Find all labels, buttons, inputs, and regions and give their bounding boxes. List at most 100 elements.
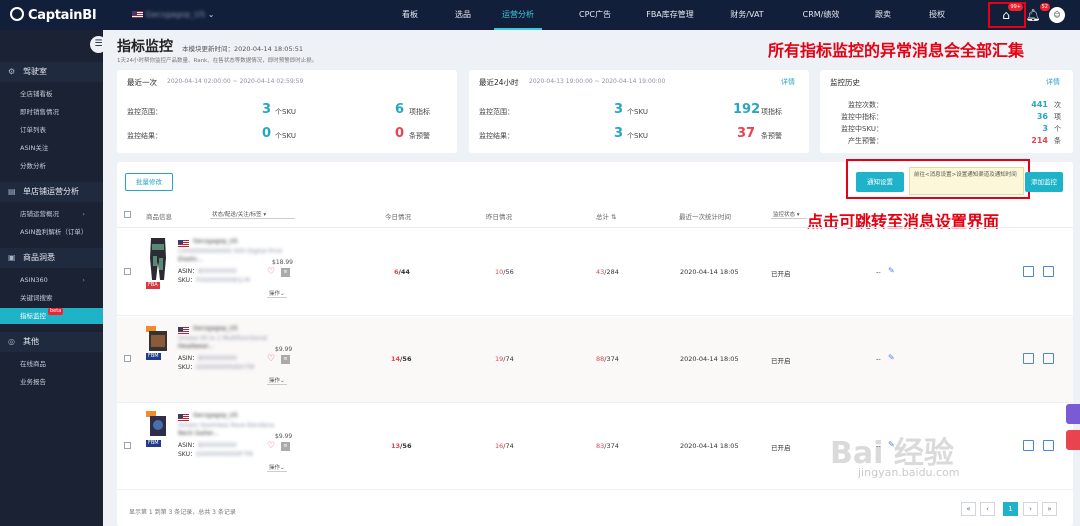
sidebar-item-online-products[interactable]: 在线商品 [0,356,103,372]
other-icon: ◎ [8,337,15,346]
sidebar-group-label: 驾驶室 [23,67,47,76]
support-widget-icon[interactable] [1066,404,1080,424]
bell-count-badge: 52 [1039,3,1050,11]
sidebar-group-cockpit[interactable]: ⚙ 驾驶室 [0,62,103,82]
heart-icon[interactable]: ♡ [267,354,275,364]
nav-crm[interactable]: CRM/绩效 [796,0,846,30]
sku-value: G0000000000P-TM [195,451,253,458]
sidebar-item-realtime-sales[interactable]: 即时销售情况 [0,104,103,120]
sku-label: SKU： [178,364,196,371]
add-monitor-button[interactable]: 添加监控 [1025,172,1063,192]
product-title[interactable]: Unisex 00 in 1 Multifunctional [178,335,267,342]
top-navigation-bar: CaptainBI Gecsgagop_US ⌄ 看板 选品 运营分析 CPC广… [0,0,1080,30]
product-thumbnail[interactable] [147,236,169,282]
result-sku-value: 0 [262,126,272,141]
store-selector[interactable]: Gecsgagop_US ⌄ [132,10,214,19]
operations-label: 操作 [269,291,281,297]
sidebar-item-store-overview[interactable]: 店铺运营概况 › [0,206,103,222]
sidebar-item-all-store-board[interactable]: 全店铺看板 [0,86,103,102]
row-checkbox[interactable] [124,442,131,449]
yesterday-total: /74 [503,442,514,450]
first-page-button[interactable]: « [961,502,976,516]
sidebar-item-asin-follow[interactable]: ASIN关注 [0,140,103,156]
nav-operations-analysis[interactable]: 运营分析 [494,0,542,30]
nav-authorization[interactable]: 授权 [920,0,954,30]
nav-dashboard[interactable]: 看板 [392,0,428,30]
asin-value[interactable]: B000000000 [198,442,236,449]
status-filter-label: 状态/配送/关注/标签 [212,212,262,218]
product-price: $9.99 [275,346,293,353]
monitor-alert-icon[interactable]: ⌂ 99+ [997,3,1023,24]
row-checkbox[interactable] [124,355,131,362]
heart-icon[interactable]: ♡ [267,441,275,451]
select-all-checkbox[interactable] [124,211,131,218]
nav-finance-vat[interactable]: 财务/VAT [722,0,772,30]
note-icon[interactable]: ≡ [281,268,290,277]
header-total[interactable]: 总计 ⇅ [596,211,617,221]
product-title[interactable]: Unisex Seamless Rave Bandana [178,422,274,429]
sidebar-item-score-analysis[interactable]: 分数分析 [0,158,103,174]
history-value: 36 [1036,112,1048,121]
yesterday-value: 19/74 [495,355,514,363]
sidebar-item-asin-profit[interactable]: ASIN盈利解析（订单） [0,224,103,240]
edit-remark-icon[interactable]: ✎ [888,353,895,362]
detail-view-icon[interactable] [1023,440,1034,451]
sidebar-collapse-icon[interactable]: ☰ [90,36,107,53]
sidebar-item-asin360[interactable]: ASIN360 › [0,272,103,288]
detail-view-icon[interactable] [1023,353,1034,364]
last-page-button[interactable]: » [1042,502,1057,516]
note-icon[interactable]: ≡ [281,355,290,364]
next-page-button[interactable]: › [1023,502,1038,516]
annotation-top: 所有指标监控的异常消息会全部汇集 [768,41,1025,60]
result-alert-unit: 条预警 [409,132,430,140]
bell-icon[interactable]: 🔔︎ 52 [1024,3,1050,24]
sidebar-group-store-analysis[interactable]: ▤ 单店铺运营分析 [0,182,103,202]
product-thumbnail[interactable] [145,410,171,440]
sidebar-item-order-list[interactable]: 订单列表 [0,122,103,138]
edit-remark-icon[interactable]: ✎ [888,266,895,275]
status-filter-select[interactable]: 状态/配送/关注/标签 ▾ [210,210,295,219]
page-1-button[interactable]: 1 [1003,502,1018,516]
remark-value: -- [876,268,881,276]
note-icon[interactable]: ≡ [281,442,290,451]
sidebar-group-product-insight[interactable]: ▣ 商品洞悉 [0,248,103,268]
asin-value[interactable]: B000000000 [198,268,236,275]
detail-link[interactable]: 详情 [781,77,795,87]
captainbi-logo[interactable]: CaptainBI [10,7,97,23]
sku-value: F000000000EQ-M [195,277,250,284]
notify-settings-button[interactable]: 通知设置 [856,172,904,192]
us-flag-icon [178,240,189,247]
nav-cpc-ads[interactable]: CPC广告 [570,0,620,30]
row-operations-dropdown[interactable]: 操作⌄ [267,463,287,472]
edit-icon[interactable] [1043,266,1054,277]
detail-view-icon[interactable] [1023,266,1034,277]
asin-value[interactable]: B000000000 [198,355,236,362]
logo-text: CaptainBI [28,8,97,23]
today-alert: 14 [391,355,401,363]
row-operations-dropdown[interactable]: 操作⌄ [267,376,287,385]
product-title-text: Unisex 00 in 1 Multifunctional [178,335,268,342]
row-checkbox[interactable] [124,268,131,275]
sidebar-item-keyword-search[interactable]: 关键词搜索 [0,290,103,306]
sidebar-item-metric-monitor[interactable]: 指标监控beta [0,308,103,324]
detail-link[interactable]: 详情 [1046,77,1060,87]
edit-icon[interactable] [1043,440,1054,451]
page-subtitle: 1天24小时帮你监控产品数量、Rank、在售状态等数据情况，即时预警即时止损。 [117,58,318,64]
prev-page-button[interactable]: ‹ [980,502,995,516]
feedback-widget-icon[interactable] [1066,430,1080,450]
edit-icon[interactable] [1043,353,1054,364]
batch-edit-button[interactable]: 批量修改 [125,173,173,191]
user-avatar[interactable]: ☺ [1049,7,1065,23]
nav-fba-inventory[interactable]: FBA库存管理 [642,0,698,30]
nav-product-selection[interactable]: 选品 [446,0,480,30]
monitor-status-select[interactable]: 监控状态 ▾ [771,210,807,219]
heart-icon[interactable]: ♡ [267,267,275,277]
product-title[interactable]: C0000000000000 000 Digital Print [178,248,282,255]
row-operations-dropdown[interactable]: 操作⌄ [267,289,287,298]
nav-follow-sell[interactable]: 跟卖 [866,0,900,30]
product-thumbnail[interactable] [145,325,171,355]
sidebar-item-business-report[interactable]: 业务报告 [0,374,103,390]
sku-line: SKU：G00000000VKH-TM [178,362,254,371]
sidebar-group-other[interactable]: ◎ 其他 [0,332,103,352]
total-value: 88/374 [596,355,619,363]
